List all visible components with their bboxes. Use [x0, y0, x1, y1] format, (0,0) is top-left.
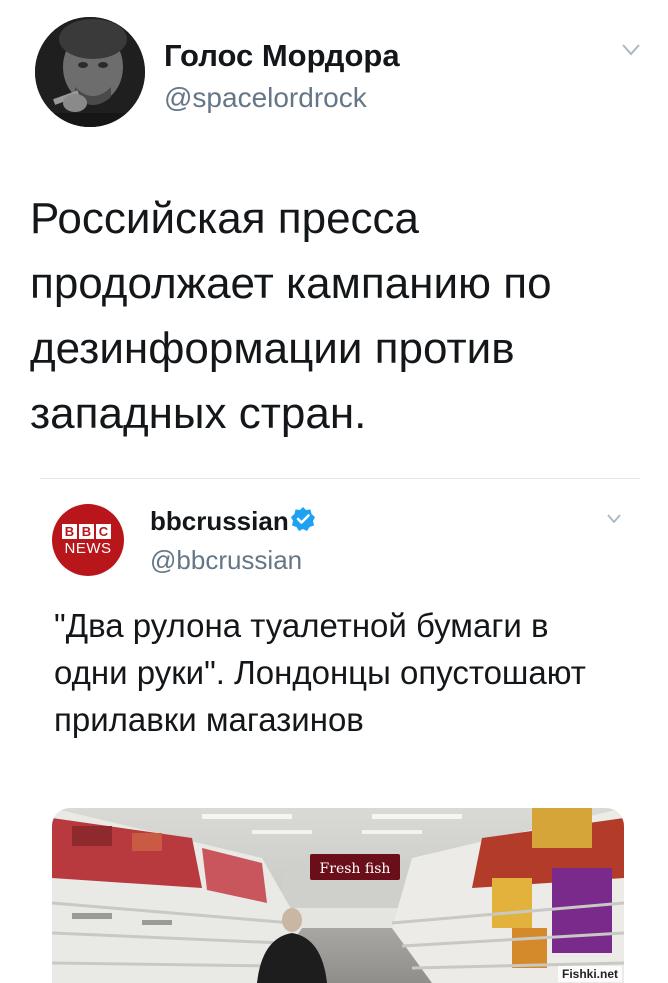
news-word: NEWS — [64, 540, 112, 557]
bbc-block-letter: B — [62, 524, 77, 539]
watermark: Fishki.net — [557, 966, 622, 982]
chevron-down-icon[interactable] — [622, 44, 640, 56]
author-name[interactable]: Голос Мордора — [164, 38, 400, 74]
bbc-news-logo[interactable]: B B C NEWS — [52, 504, 124, 576]
quoted-tweet-divider — [40, 478, 640, 479]
bbc-blocks: B B C — [62, 524, 111, 539]
quoted-tweet-image[interactable]: Fresh fish Fishki.net — [52, 808, 624, 983]
quoted-tweet-text: "Два рулона туалетной бумаги в одни руки… — [54, 607, 586, 738]
quoted-author-name[interactable]: bbcrussian — [150, 506, 289, 537]
quoted-author-handle[interactable]: @bbcrussian — [150, 545, 302, 576]
author-handle[interactable]: @spacelordrock — [164, 82, 367, 114]
chevron-down-icon[interactable] — [607, 514, 621, 523]
supermarket-photo: Fresh fish — [52, 808, 624, 983]
tweet-text: Российская пресса продолжает кампанию по… — [30, 194, 552, 438]
fresh-fish-sign: Fresh fish — [320, 861, 391, 877]
avatar-photo — [35, 17, 145, 127]
verified-badge-icon — [291, 507, 315, 531]
bbc-block-letter: B — [79, 524, 94, 539]
bbc-block-letter: C — [96, 524, 111, 539]
author-avatar[interactable] — [35, 17, 145, 127]
